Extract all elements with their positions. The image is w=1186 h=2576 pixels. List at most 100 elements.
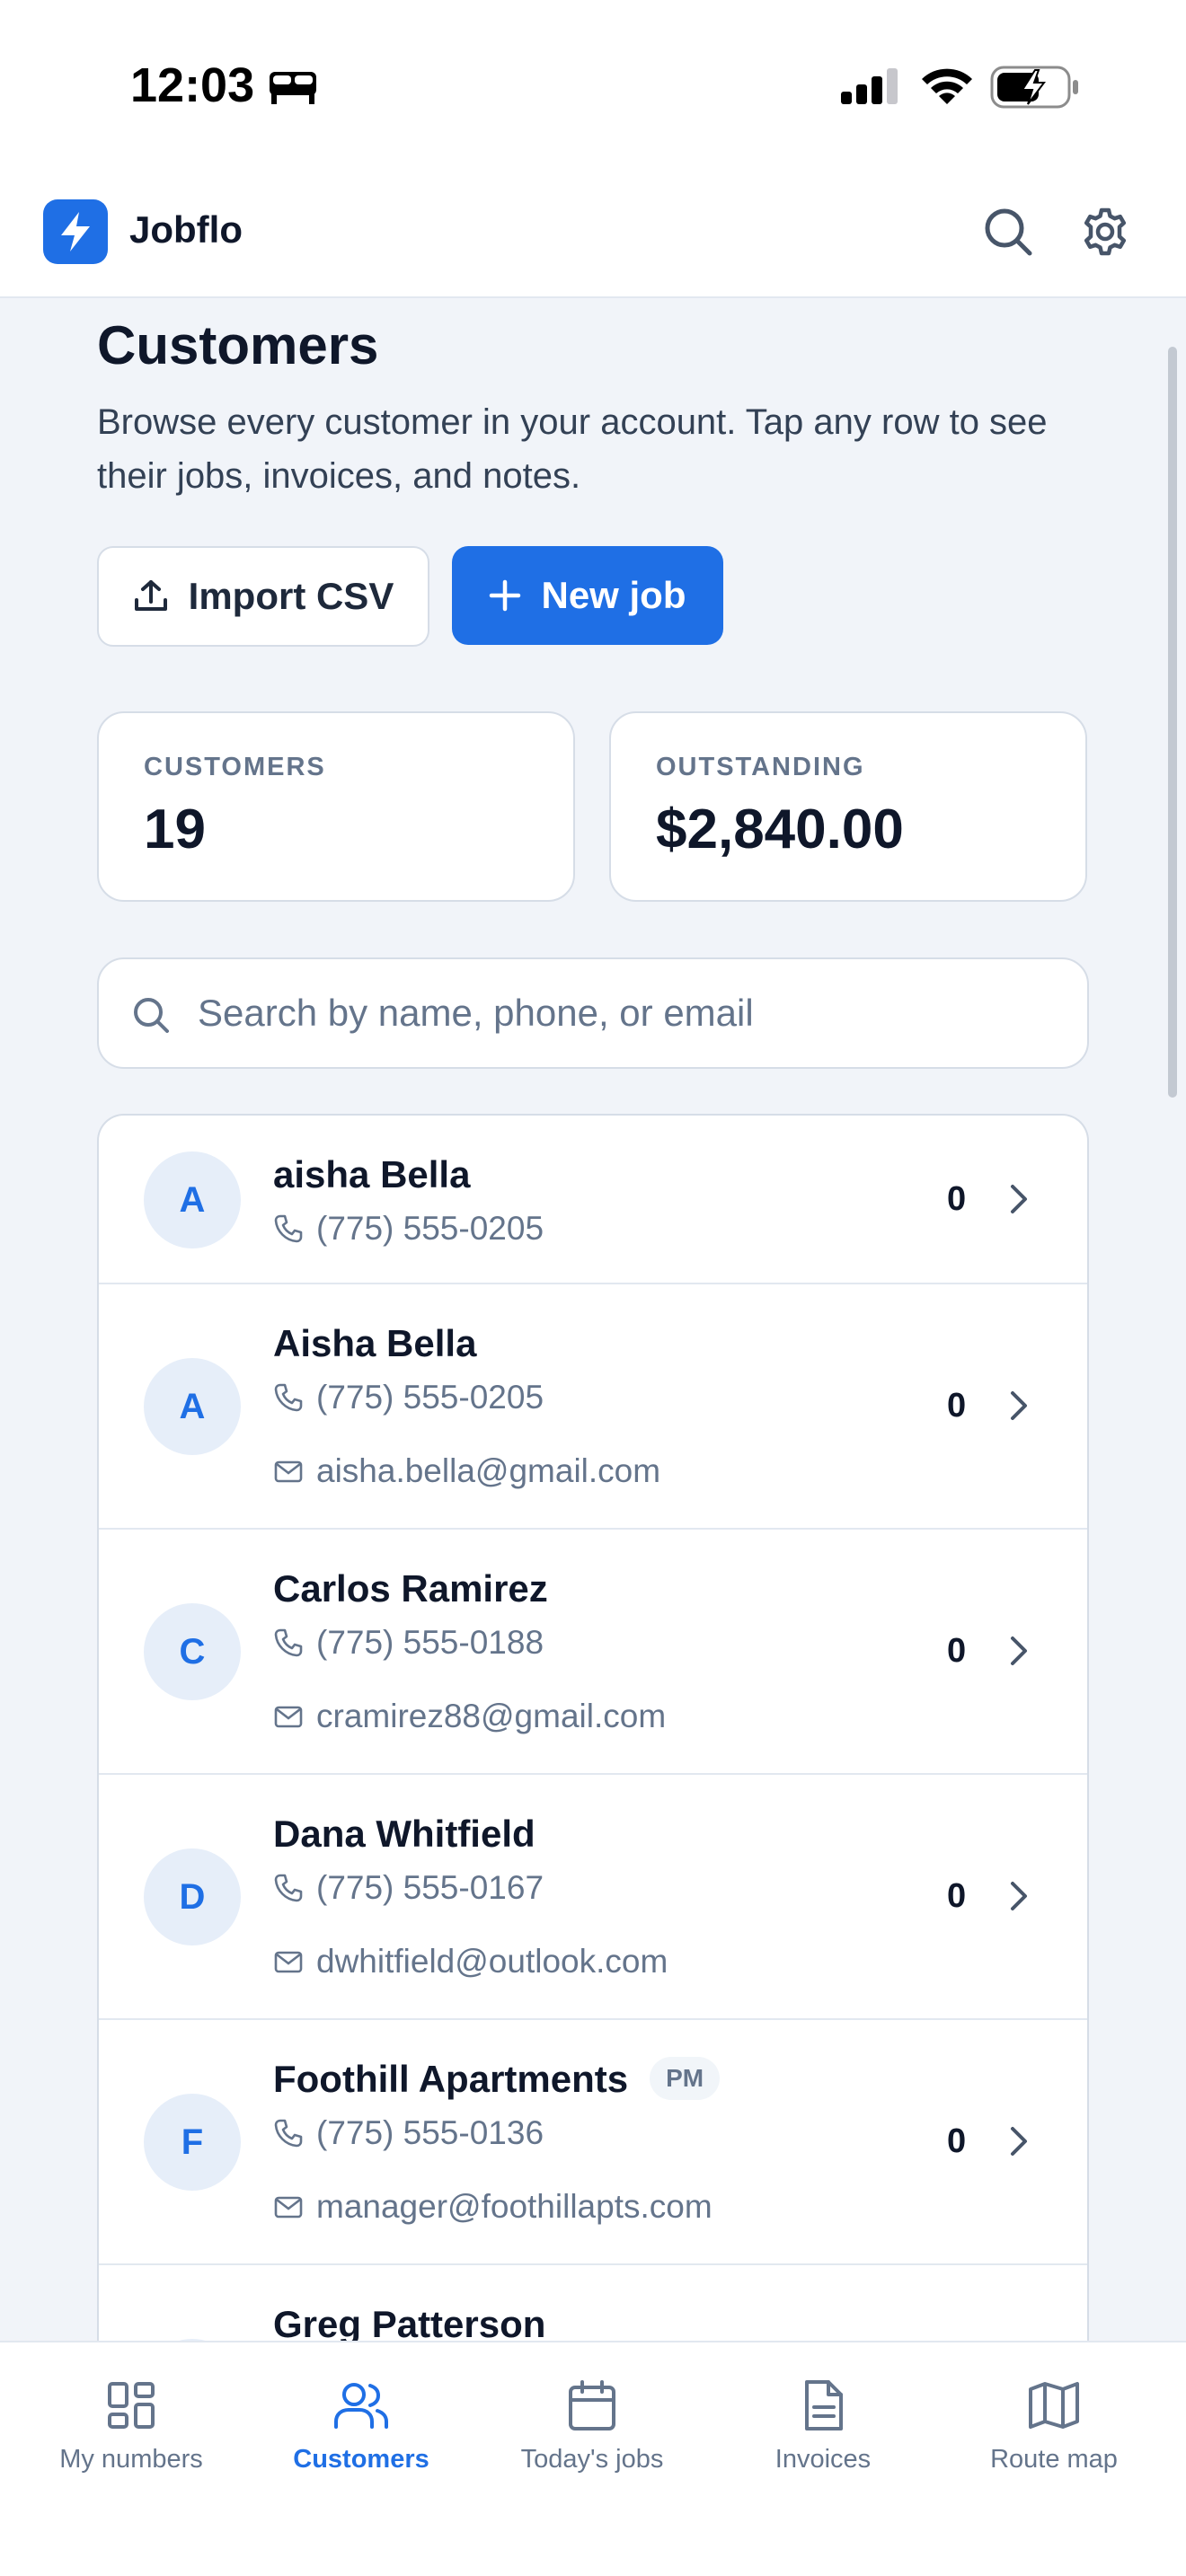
map-icon [1027,2378,1081,2432]
search-icon [131,995,171,1035]
customer-name: Greg Patterson [273,2303,546,2345]
app-header: Jobflo [0,180,1186,298]
grid-icon [104,2378,158,2432]
mail-icon [273,1701,304,1732]
bottom-navigation: My numbers Customers Today's jobs Invoic… [0,2341,1186,2576]
customer-phone: (775) 555-0205 [273,1376,544,1419]
upload-icon [133,578,169,614]
phone-number: (775) 555-0205 [316,1379,544,1416]
new-job-label: New job [541,574,686,616]
page-description: Browse every customer in your account. T… [97,402,1048,496]
phone-icon [273,2118,304,2148]
nav-label: My numbers [59,2445,203,2474]
mail-icon [273,2192,304,2222]
logo-bolt-icon [43,199,108,264]
mail-icon [273,1456,304,1486]
email-address: cramirez88@gmail.com [316,1698,667,1734]
document-icon [796,2378,850,2432]
job-count: 0 [947,1632,967,1670]
customer-name: Carlos Ramirez [273,1567,548,1610]
customer-name: aisha Bella [273,1153,471,1195]
chevron-right-icon [1008,1634,1030,1668]
battery-charging-icon [990,65,1080,110]
nav-route-map[interactable]: Route map [946,2378,1162,2475]
scrollbar[interactable] [1168,347,1177,1098]
phone-icon [273,1873,304,1903]
customer-row[interactable]: A aisha Bella (775) 555-0205 0 [99,1116,1087,1284]
calendar-icon [565,2378,619,2432]
property-manager-badge: PM [650,2056,721,2100]
search-placeholder: Search by name, phone, or email [198,992,754,1034]
nav-label: Customers [293,2445,429,2474]
customer-name: Aisha Bella [273,1322,477,1364]
customer-phone: (775) 555-0205 [273,1207,544,1250]
nav-my-numbers[interactable]: My numbers [23,2378,239,2475]
nav-customers[interactable]: Customers [253,2378,469,2475]
job-count: 0 [947,1180,967,1218]
customer-name: Foothill Apartments PM [273,2056,721,2104]
avatar: D [144,1848,241,1945]
email-address: dwhitfield@outlook.com [316,1943,668,1980]
avatar: F [144,2094,241,2191]
phone-number: (775) 555-0188 [316,1624,544,1661]
job-count: 0 [947,1387,967,1425]
job-count: 0 [947,1877,967,1915]
email-address: manager@foothillapts.com [316,2188,712,2225]
avatar: A [144,1358,241,1455]
phone-icon [273,1382,304,1413]
import-csv-button[interactable]: Import CSV [97,546,429,647]
customer-list: A aisha Bella (775) 555-0205 0 A Aisha B… [97,1114,1089,2371]
nav-label: Today's jobs [520,2445,664,2474]
plus-icon [489,579,521,612]
avatar: A [144,1151,241,1248]
page-title: Customers [97,315,379,375]
wifi-icon [918,65,976,106]
customer-phone: (775) 555-0136 [273,2112,544,2155]
phone-number: (775) 555-0167 [316,1869,544,1906]
stat-card-customers: CUSTOMERS 19 [97,711,575,902]
customer-row[interactable]: A Aisha Bella (775) 555-0205 aisha.bella… [99,1284,1087,1530]
bed-icon [268,68,318,106]
status-bar: 12:03 [0,0,1186,180]
job-count: 0 [947,2122,967,2160]
chevron-right-icon [1008,1182,1030,1216]
chevron-right-icon [1008,1879,1030,1913]
avatar: C [144,1603,241,1700]
customer-phone: (775) 555-0167 [273,1866,544,1910]
nav-label: Invoices [774,2445,872,2474]
customer-name: Dana Whitfield [273,1813,535,1855]
stat-value: 19 [144,798,206,860]
customer-row[interactable]: F Foothill Apartments PM (775) 555-0136 m… [99,2020,1087,2265]
nav-label: Route map [990,2445,1118,2474]
customer-email: manager@foothillapts.com [273,2185,712,2228]
import-csv-label: Import CSV [188,575,394,617]
phone-number: (775) 555-0136 [316,2114,544,2151]
gear-icon[interactable] [1078,205,1132,259]
chevron-right-icon [1008,1389,1030,1423]
customer-email: cramirez88@gmail.com [273,1695,666,1738]
stat-label: CUSTOMERS [144,753,326,781]
cellular-signal-icon [839,68,900,104]
mail-icon [273,1946,304,1977]
stat-label: OUTSTANDING [656,753,865,781]
app-name: Jobflo [129,208,243,251]
stat-card-outstanding: OUTSTANDING $2,840.00 [609,711,1087,902]
search-input[interactable]: Search by name, phone, or email [97,957,1089,1069]
customer-phone: (775) 555-0188 [273,1621,544,1664]
customer-row[interactable]: D Dana Whitfield (775) 555-0167 dwhitfie… [99,1775,1087,2020]
status-time: 12:03 [130,58,255,112]
customer-email: aisha.bella@gmail.com [273,1450,660,1493]
phone-number: (775) 555-0205 [316,1210,544,1247]
customer-email: dwhitfield@outlook.com [273,1940,668,1983]
chevron-right-icon [1008,2124,1030,2158]
nav-invoices[interactable]: Invoices [715,2378,931,2475]
stat-value: $2,840.00 [656,798,904,860]
users-icon [332,2378,390,2432]
new-job-button[interactable]: New job [452,546,723,645]
phone-icon [273,1628,304,1658]
customer-row[interactable]: C Carlos Ramirez (775) 555-0188 cramirez… [99,1530,1087,1775]
nav-todays-jobs[interactable]: Today's jobs [484,2378,700,2475]
search-icon[interactable] [981,205,1035,259]
customer-name-text: Foothill Apartments [273,2058,629,2100]
phone-icon [273,1213,304,1244]
